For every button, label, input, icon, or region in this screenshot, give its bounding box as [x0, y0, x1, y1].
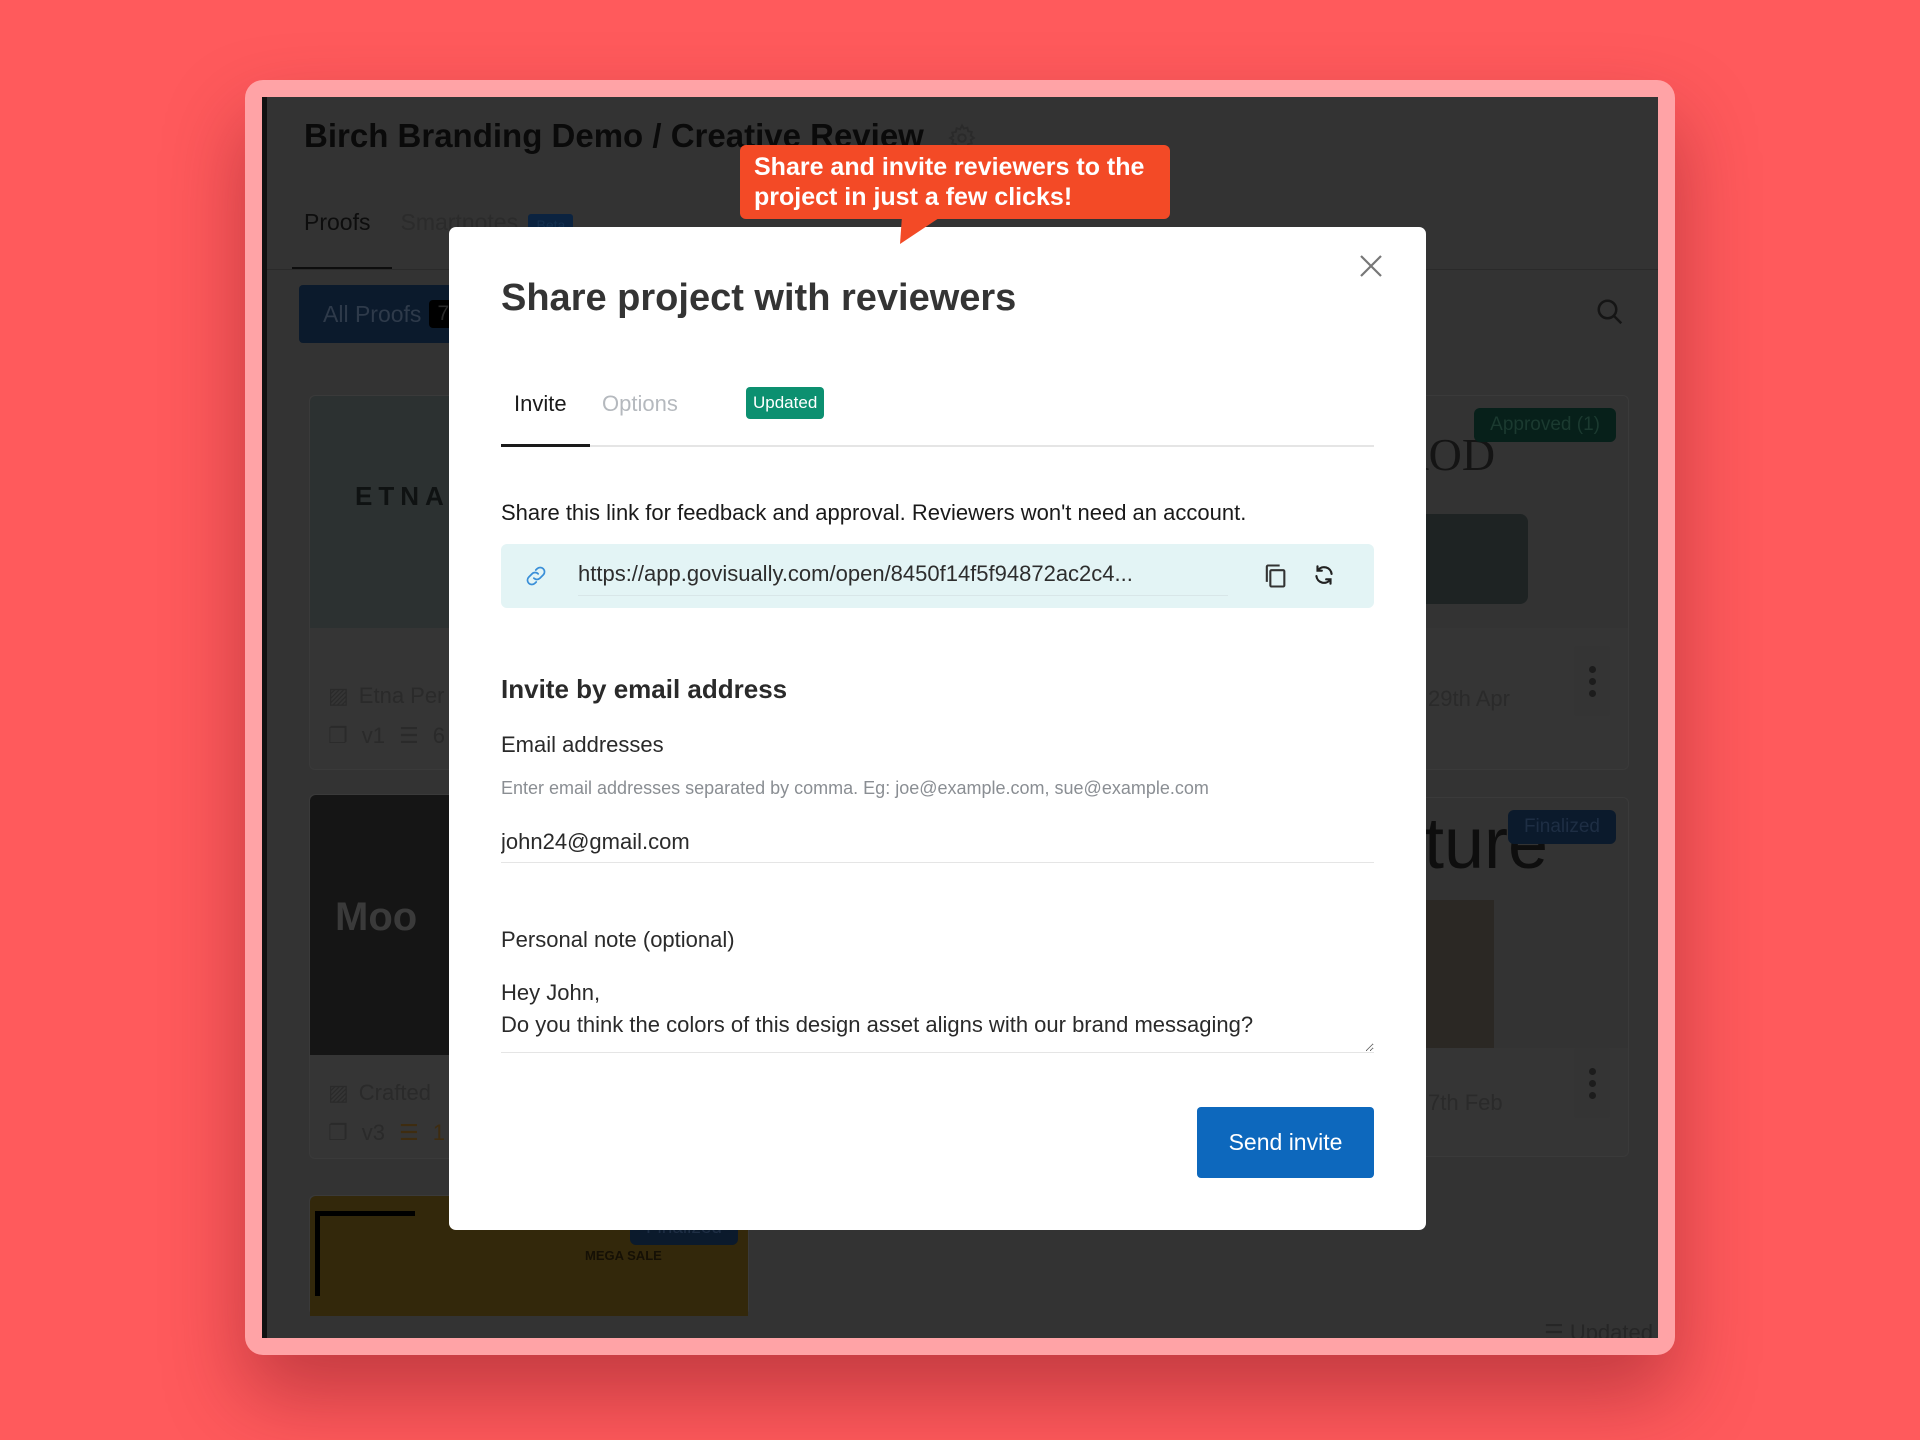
invite-section-title: Invite by email address [501, 674, 788, 704]
modal-tabs: Invite Options Updated [501, 377, 1374, 447]
card-date: 29th Apr [1428, 686, 1510, 712]
image-icon: ▨ [328, 683, 349, 708]
share-link-url[interactable]: https://app.govisually.com/open/8450f14f… [578, 561, 1228, 596]
close-icon[interactable] [1354, 249, 1388, 283]
share-description: Share this link for feedback and approva… [501, 500, 1247, 525]
link-icon [526, 566, 546, 586]
tooltip-pointer [900, 216, 942, 244]
status-badge: Finalized [1507, 810, 1616, 844]
tab-options[interactable]: Options [602, 391, 678, 417]
card-date-text: 7th Feb [1428, 1090, 1503, 1115]
thumbnail-curtain [1418, 900, 1494, 1048]
sort-label: Updated [1569, 1320, 1653, 1338]
active-tab-indicator [501, 444, 590, 447]
email-hint: Enter email addresses separated by comma… [501, 778, 1209, 798]
more-options-button[interactable] [1574, 1048, 1610, 1118]
card-date: 7th Feb [1428, 1090, 1503, 1116]
note-label: Personal note (optional) [501, 927, 735, 952]
copy-icon[interactable] [1261, 562, 1289, 590]
share-link-box: https://app.govisually.com/open/8450f14f… [501, 544, 1374, 608]
sort-icon: ☰ [1543, 1320, 1570, 1338]
image-icon: ▨ [328, 1080, 349, 1105]
all-proofs-label: All Proofs [323, 300, 422, 327]
tab-proofs[interactable]: Proofs [304, 209, 370, 236]
onboarding-tooltip: Share and invite reviewers to the projec… [740, 145, 1170, 219]
card-comments: 6 [432, 723, 445, 748]
card-meta: ❐ v3 ☰ 1 [328, 1120, 445, 1146]
comments-icon: ☰ [398, 1120, 419, 1145]
send-invite-button[interactable]: Send invite [1197, 1107, 1374, 1178]
email-label: Email addresses [501, 732, 664, 757]
tab-invite[interactable]: Invite [514, 391, 567, 417]
card-comments: 1 [432, 1120, 445, 1145]
card-date-text: 29th Apr [1428, 686, 1510, 711]
updated-badge: Updated [746, 387, 825, 419]
status-badge: Approved (1) [1474, 408, 1616, 442]
search-icon[interactable] [1595, 297, 1625, 327]
versions-icon: ❐ [328, 723, 348, 748]
thumbnail-text: Moo [335, 895, 418, 939]
card-version: v3 [361, 1120, 385, 1145]
modal-title: Share project with reviewers [501, 277, 1017, 319]
versions-icon: ❐ [328, 1120, 348, 1145]
comments-icon: ☰ [398, 723, 419, 748]
thumbnail-text: MEGA SALE [585, 1248, 662, 1263]
personal-note-textarea[interactable]: Hey John, Do you think the colors of thi… [501, 977, 1374, 1053]
proof-card[interactable]: iture Finalized 7th Feb [1408, 797, 1629, 1157]
more-options-button[interactable] [1574, 646, 1610, 716]
email-input[interactable] [501, 821, 1374, 863]
proof-card[interactable]: ROD Approved (1) 29th Apr [1398, 395, 1629, 770]
card-title-row: ▨ Etna Per [328, 683, 444, 709]
card-version: v1 [361, 723, 385, 748]
thumbnail-frame [315, 1211, 415, 1296]
thumbnail-product [1418, 514, 1528, 604]
refresh-icon[interactable] [1311, 562, 1337, 588]
thumbnail-text: ETNA [355, 481, 450, 511]
card-title-row: ▨ Crafted [328, 1080, 431, 1106]
sort-updated[interactable]: ☰ Updated [1544, 1320, 1653, 1338]
card-title: Crafted [358, 1080, 431, 1105]
card-title: Etna Per [358, 683, 445, 708]
share-modal: Share project with reviewers Invite Opti… [449, 227, 1426, 1230]
card-meta: ❐ v1 ☰ 6 [328, 723, 445, 749]
